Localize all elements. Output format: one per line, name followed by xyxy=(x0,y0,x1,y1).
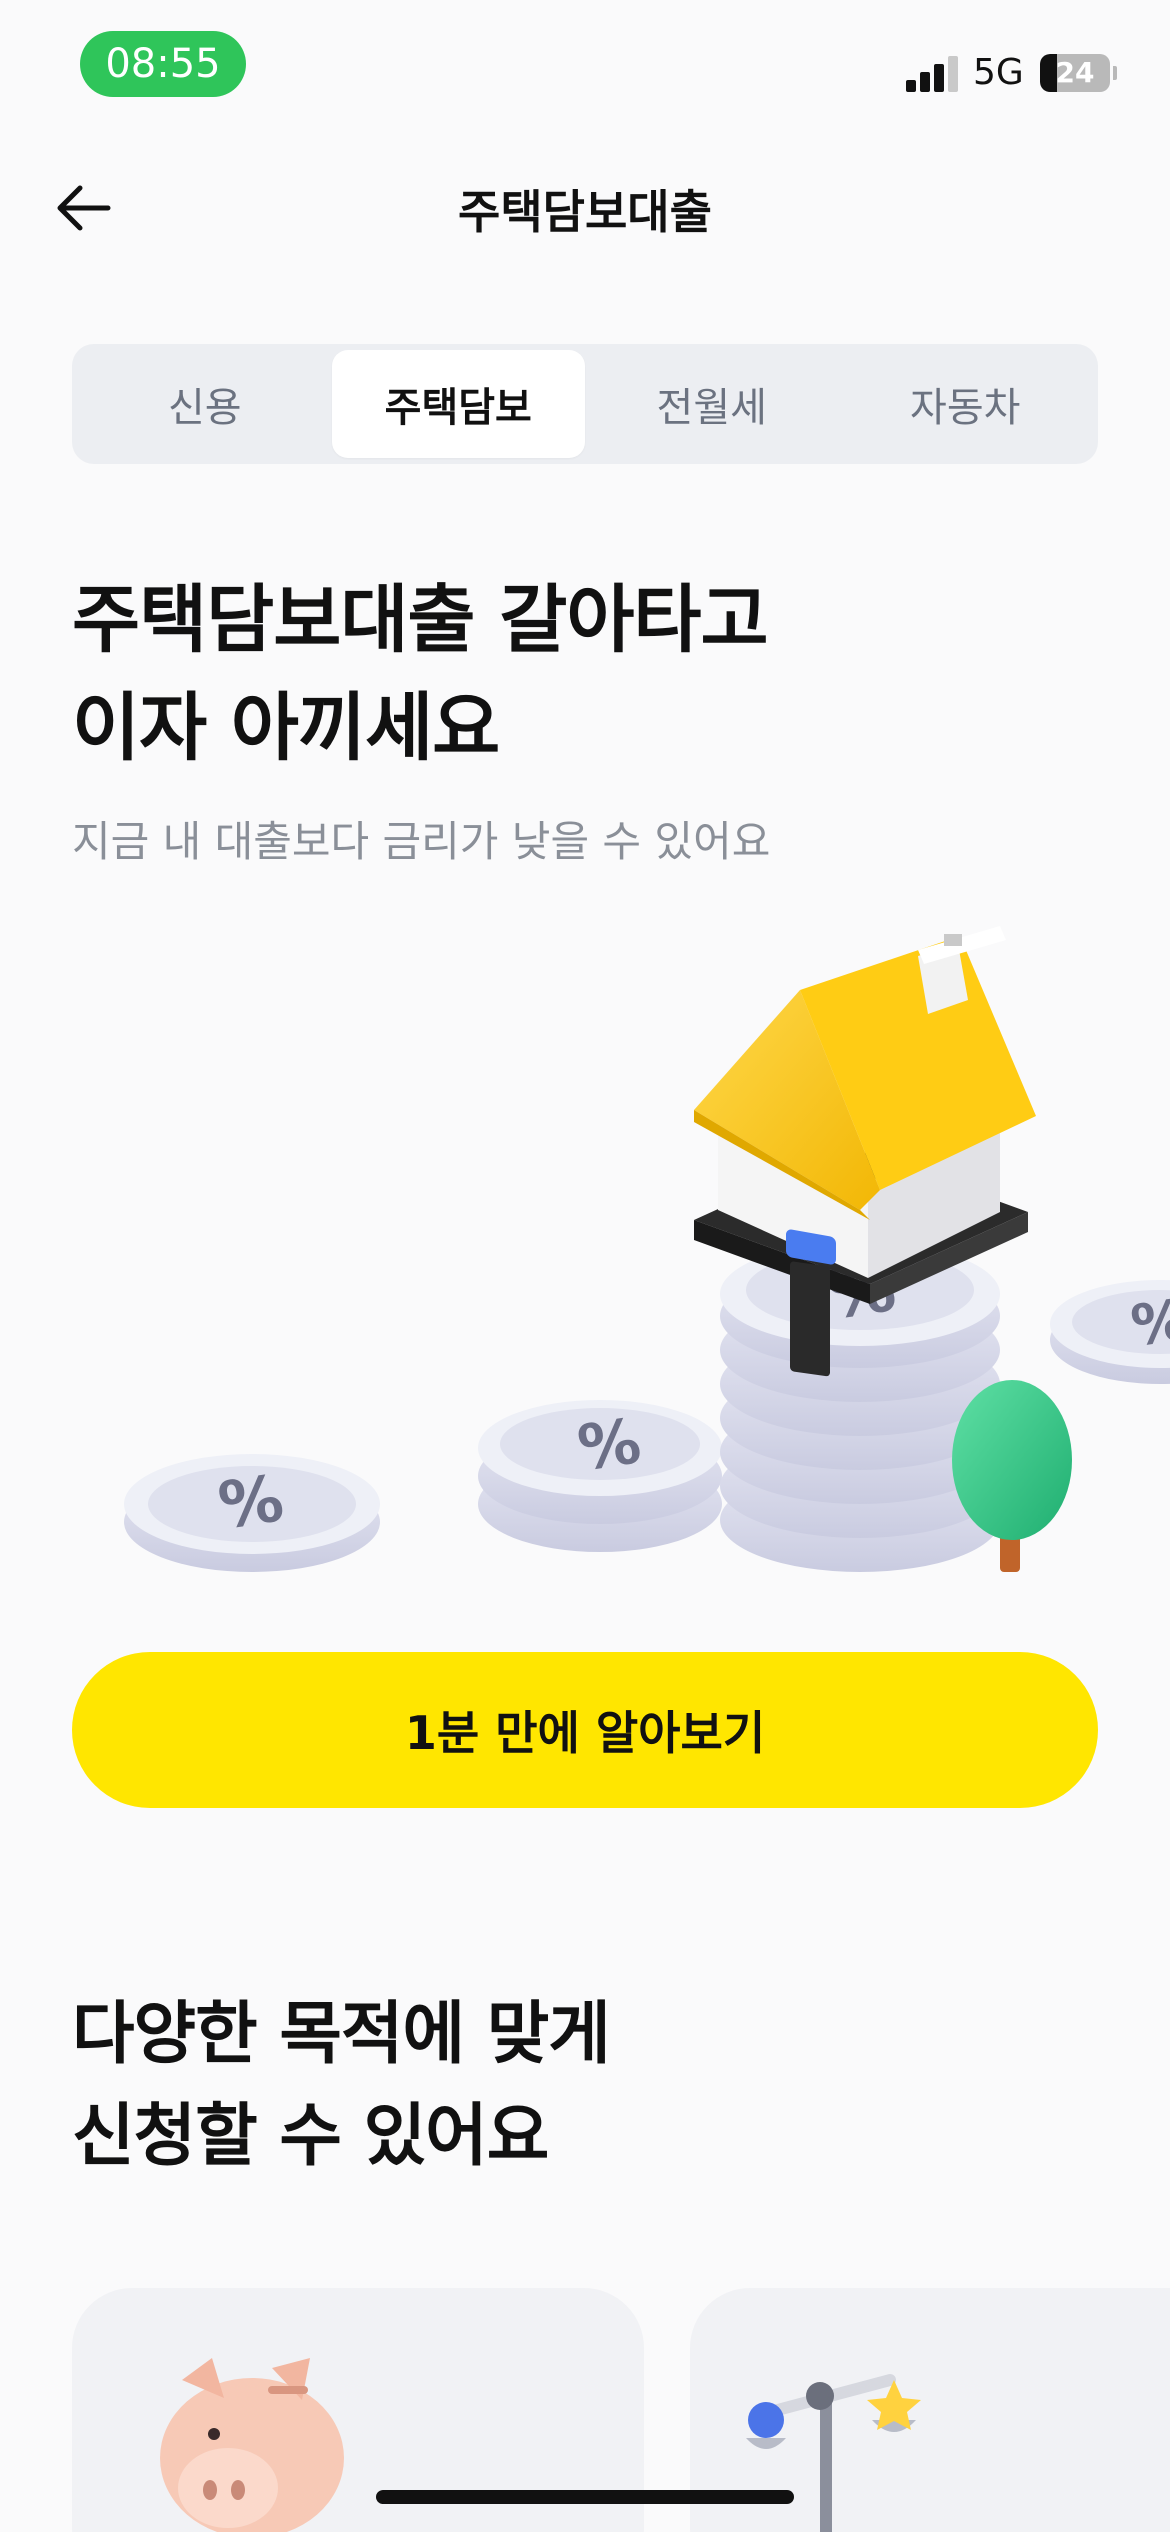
status-time: 08:55 xyxy=(80,31,246,97)
loan-type-tabs: 신용 주택담보 전월세 자동차 xyxy=(72,344,1098,464)
check-in-1-minute-button[interactable]: 1분 만에 알아보기 xyxy=(72,1652,1098,1808)
status-bar: 08:55 5G 24 xyxy=(0,0,1170,130)
screen: 08:55 5G 24 주택담보대출 신용 주택담보 전월세 자동차 주택담보대… xyxy=(0,0,1170,2532)
hero-title-line1: 주택담보대출 갈아타고 xyxy=(72,577,769,663)
section-title-line1: 다양한 목적에 맞게 xyxy=(72,1995,611,2074)
tab-mortgage[interactable]: 주택담보 xyxy=(331,350,585,458)
hero-title-line2: 이자 아끼세요 xyxy=(72,685,500,771)
section-title: 다양한 목적에 맞게 신청할 수 있어요 xyxy=(72,1984,611,2188)
coin-stack-small: % xyxy=(478,1400,722,1552)
network-label: 5G xyxy=(973,52,1024,93)
hero-subtitle: 지금 내 대출보다 금리가 낮을 수 있어요 xyxy=(72,817,771,866)
hero-title: 주택담보대출 갈아타고 이자 아끼세요 xyxy=(72,566,1072,782)
battery-level: 24 xyxy=(1055,56,1095,89)
house-on-percent-coins-illustration: % % % % xyxy=(124,926,1170,1572)
coin-left: % xyxy=(124,1454,380,1572)
tab-credit[interactable]: 신용 xyxy=(78,350,332,458)
signal-bars-icon xyxy=(906,56,958,92)
tab-jeonse-rent[interactable]: 전월세 xyxy=(585,350,839,458)
section-title-line2: 신청할 수 있어요 xyxy=(72,2097,549,2176)
battery-tip xyxy=(1113,66,1117,80)
battery-icon: 24 xyxy=(1040,54,1110,92)
tab-auto[interactable]: 자동차 xyxy=(839,350,1093,458)
coin-right: % xyxy=(1050,1280,1170,1384)
coin-percent-sign: % xyxy=(573,1404,645,1485)
page-title: 주택담보대출 xyxy=(458,185,712,239)
home-indicator xyxy=(376,2490,794,2504)
coin-percent-sign: % xyxy=(214,1462,288,1544)
